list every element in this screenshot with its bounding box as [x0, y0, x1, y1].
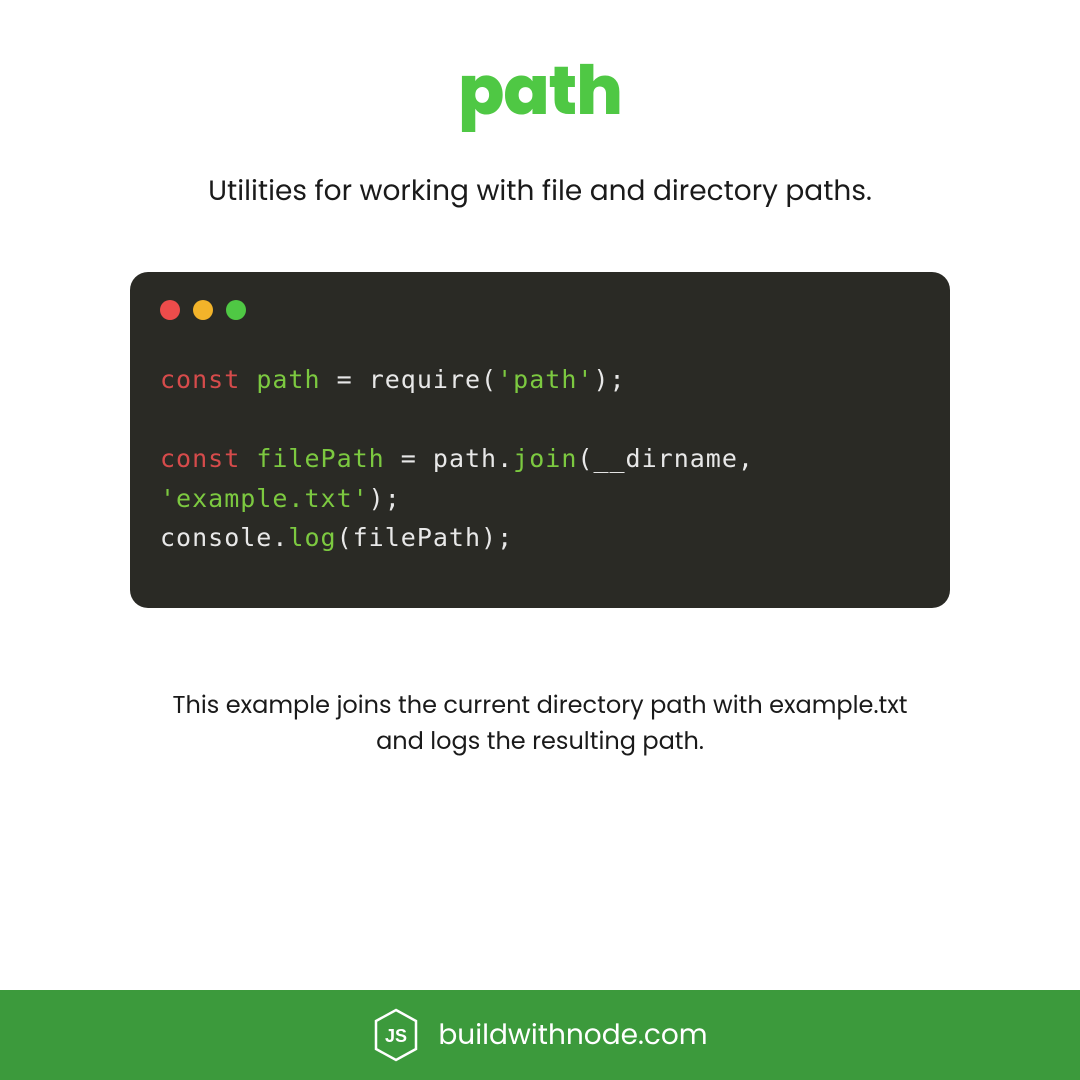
logo-text: JS [385, 1026, 407, 1046]
code-variable: path [256, 365, 320, 394]
description-text: This example joins the current directory… [150, 688, 930, 760]
code-function: log [288, 523, 336, 552]
nodejs-logo-icon: JS [372, 1008, 420, 1062]
page-title: path [458, 40, 622, 142]
maximize-icon [226, 300, 246, 320]
code-function: join [513, 444, 577, 473]
footer: JS buildwithnode.com [0, 990, 1080, 1080]
window-controls [160, 300, 920, 320]
code-variable: filePath [256, 444, 384, 473]
code-text: ); [593, 365, 625, 394]
page-subtitle: Utilities for working with file and dire… [208, 170, 872, 212]
code-string: 'example.txt' [160, 484, 369, 513]
code-window: const path = require('path'); const file… [130, 272, 950, 608]
code-text: = require( [321, 365, 498, 394]
code-text: (__dirname, [577, 444, 770, 473]
code-keyword: const [160, 365, 240, 394]
code-text: (filePath); [337, 523, 514, 552]
code-string: 'path' [497, 365, 593, 394]
main-content: path Utilities for working with file and… [0, 0, 1080, 990]
code-text: console. [160, 523, 288, 552]
code-keyword: const [160, 444, 240, 473]
close-icon [160, 300, 180, 320]
footer-link-text: buildwithnode.com [438, 1014, 707, 1056]
code-text: = path. [385, 444, 513, 473]
minimize-icon [193, 300, 213, 320]
code-block: const path = require('path'); const file… [160, 360, 920, 558]
code-text: ); [369, 484, 401, 513]
